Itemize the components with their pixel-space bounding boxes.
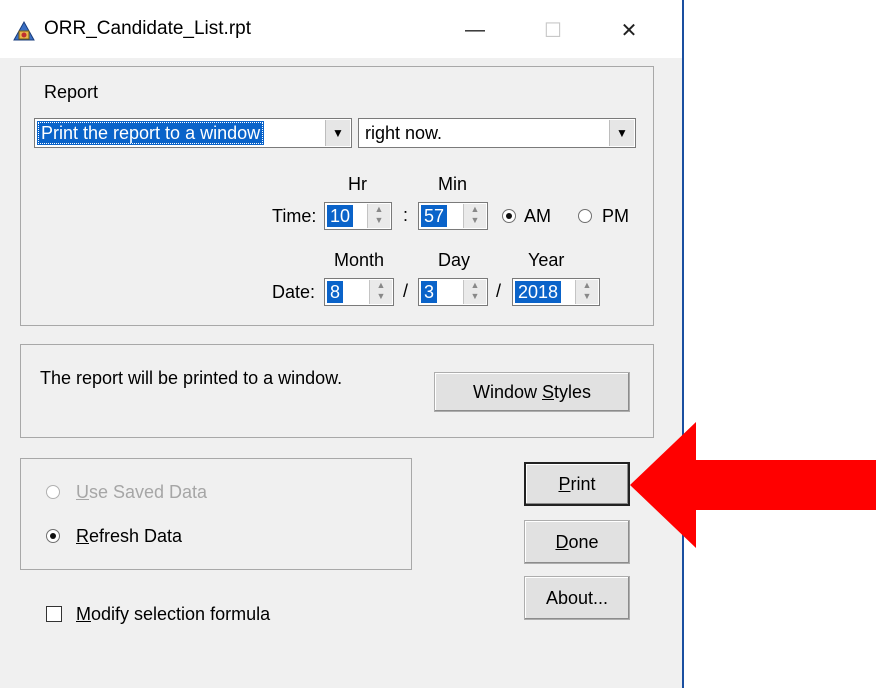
am-radio[interactable] bbox=[502, 209, 516, 223]
report-group-label: Report bbox=[44, 82, 99, 102]
refresh-data-radio[interactable] bbox=[46, 529, 60, 543]
modify-selection-checkbox[interactable] bbox=[46, 606, 62, 622]
refresh-data-text: efresh Data bbox=[89, 526, 183, 546]
spin-arrows-icon[interactable]: ▲ ▼ bbox=[463, 280, 486, 304]
about-label: About... bbox=[545, 587, 609, 608]
use-saved-data-text: se Saved Data bbox=[89, 482, 208, 502]
use-saved-data-label: Use Saved Data bbox=[76, 482, 207, 503]
close-button[interactable]: ✕ bbox=[606, 12, 652, 48]
window-styles-label-end: tyles bbox=[554, 381, 592, 402]
spin-arrows-icon[interactable]: ▲ ▼ bbox=[369, 280, 392, 304]
destination-dropdown[interactable]: Print the report to a window ▼ bbox=[34, 118, 352, 148]
time-separator: : bbox=[403, 205, 409, 225]
modify-selection-accel: M bbox=[76, 604, 91, 624]
print-button[interactable]: Print bbox=[524, 462, 630, 506]
min-label: Min bbox=[438, 174, 468, 194]
time-label: Time: bbox=[272, 206, 317, 226]
date-separator-2: / bbox=[496, 281, 502, 301]
minute-value: 57 bbox=[421, 205, 448, 227]
window-styles-label-accel: S bbox=[542, 381, 555, 402]
hour-value: 10 bbox=[327, 205, 354, 227]
minimize-button[interactable]: — bbox=[452, 12, 498, 48]
report-dialog: ORR_Candidate_List.rpt — ☐ ✕ Report Prin… bbox=[0, 0, 684, 688]
window-styles-button[interactable]: Window Styles bbox=[434, 372, 630, 412]
schedule-value: right now. bbox=[365, 123, 443, 143]
modify-selection-text: odify selection formula bbox=[91, 604, 271, 624]
window-styles-label-start: Window bbox=[472, 381, 542, 402]
day-label: Day bbox=[438, 250, 471, 270]
done-label-text: one bbox=[568, 531, 599, 552]
output-message: The report will be printed to a window. bbox=[40, 368, 343, 388]
close-icon: ✕ bbox=[620, 19, 638, 42]
refresh-data-label: Refresh Data bbox=[76, 526, 182, 547]
hour-spinner[interactable]: 10 ▲ ▼ bbox=[324, 202, 392, 230]
destination-value: Print the report to a window bbox=[37, 121, 265, 145]
day-value: 3 bbox=[421, 281, 438, 303]
spin-arrows-icon[interactable]: ▲ ▼ bbox=[463, 204, 486, 228]
am-label: AM bbox=[524, 206, 551, 226]
red-annotation-arrow-icon bbox=[630, 422, 876, 548]
minimize-icon: — bbox=[465, 18, 485, 41]
title-bar[interactable]: ORR_Candidate_List.rpt — ☐ ✕ bbox=[0, 0, 682, 58]
print-label-accel: P bbox=[558, 473, 571, 494]
modify-selection-label: Modify selection formula bbox=[76, 604, 270, 625]
date-separator-1: / bbox=[403, 281, 409, 301]
minute-spinner[interactable]: 57 ▲ ▼ bbox=[418, 202, 488, 230]
data-options-group bbox=[20, 458, 412, 570]
year-value: 2018 bbox=[515, 281, 562, 303]
chevron-down-icon[interactable]: ▼ bbox=[609, 120, 634, 146]
window-title: ORR_Candidate_List.rpt bbox=[44, 18, 251, 39]
refresh-data-accel: R bbox=[76, 526, 89, 546]
use-saved-data-accel: U bbox=[76, 482, 89, 502]
print-label-text: rint bbox=[570, 473, 596, 494]
date-label: Date: bbox=[272, 282, 316, 302]
chevron-down-icon[interactable]: ▼ bbox=[325, 120, 350, 146]
pm-label: PM bbox=[602, 206, 629, 226]
schedule-dropdown[interactable]: right now. ▼ bbox=[358, 118, 636, 148]
spin-arrows-icon[interactable]: ▲ ▼ bbox=[367, 204, 390, 228]
month-value: 8 bbox=[327, 281, 344, 303]
day-spinner[interactable]: 3 ▲ ▼ bbox=[418, 278, 488, 306]
maximize-button[interactable]: ☐ bbox=[530, 12, 576, 48]
month-label: Month bbox=[334, 250, 385, 270]
done-label-accel: D bbox=[555, 531, 569, 552]
report-app-icon bbox=[13, 20, 35, 41]
month-spinner[interactable]: 8 ▲ ▼ bbox=[324, 278, 394, 306]
about-button[interactable]: About... bbox=[524, 576, 630, 620]
pm-radio[interactable] bbox=[578, 209, 592, 223]
done-button[interactable]: Done bbox=[524, 520, 630, 564]
year-label: Year bbox=[528, 250, 565, 270]
hr-label: Hr bbox=[348, 174, 367, 194]
maximize-icon: ☐ bbox=[544, 19, 562, 42]
year-spinner[interactable]: 2018 ▲ ▼ bbox=[512, 278, 600, 306]
spin-arrows-icon[interactable]: ▲ ▼ bbox=[575, 280, 598, 304]
use-saved-data-radio[interactable] bbox=[46, 485, 60, 499]
